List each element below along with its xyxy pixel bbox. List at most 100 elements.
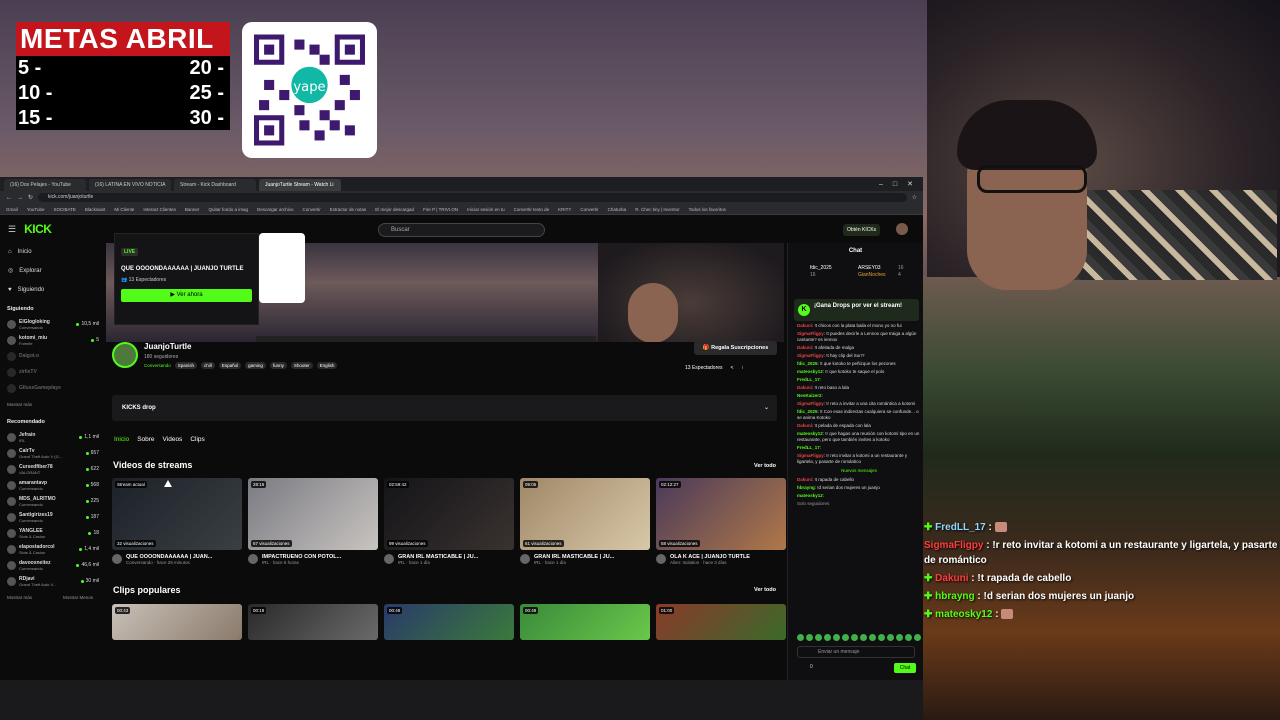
sidebar-item-siguiendo[interactable]: ♥ Siguiendo — [0, 281, 104, 300]
kick-logo[interactable]: KICK — [24, 222, 52, 236]
show-more-link[interactable]: Mostrar más — [0, 396, 104, 413]
emote-icon[interactable] — [806, 634, 813, 641]
share-icon[interactable]: < — [731, 365, 734, 371]
video-card[interactable]: 28:16 67 visualizaciones IMPACTRUENO CON… — [248, 478, 378, 565]
video-card[interactable]: 02:59:42 99 visualizaciones GRAN IRL MAS… — [384, 478, 514, 565]
bookmark[interactable]: Convertir — [580, 204, 598, 214]
bookmark[interactable]: Quitar fondo a imag — [208, 204, 248, 214]
bookmark[interactable]: Blacksaint — [85, 204, 106, 214]
bookmark[interactable]: Todos los favoritos — [689, 204, 726, 214]
tag[interactable]: Shooter — [290, 362, 313, 369]
emote-icon[interactable] — [905, 634, 912, 641]
bookmark[interactable]: Iniciar sesión en tu — [467, 204, 505, 214]
channel-avatar[interactable] — [112, 342, 138, 368]
emote-icon[interactable] — [860, 634, 867, 641]
browser-tab-active[interactable]: JuanjoTurtle Stream - Watch Li — [259, 179, 341, 191]
bookmark[interactable]: Descargar archivo — [257, 204, 294, 214]
chat-username[interactable]: mateosky12 — [797, 369, 823, 374]
forward-icon[interactable]: → — [17, 195, 23, 201]
drops-banner[interactable]: K ¡Gana Drops por ver el stream! — [794, 299, 919, 321]
emote-icon[interactable] — [833, 634, 840, 641]
category-link[interactable]: Conversando — [144, 363, 171, 368]
chat-username[interactable]: mateosky12 — [797, 493, 823, 498]
tag[interactable]: funny — [269, 362, 287, 369]
chat-username[interactable]: SigmaFligpy — [797, 401, 824, 406]
emote-icon[interactable] — [869, 634, 876, 641]
chat-username[interactable]: fdic_2025 — [797, 409, 818, 414]
see-all-clips-link[interactable]: Ver todo — [754, 587, 776, 593]
bookmark[interactable]: SOCIBATE — [53, 204, 75, 214]
chat-username[interactable]: Dakuni — [797, 345, 812, 350]
tag[interactable]: chill — [201, 362, 215, 369]
emote-icon[interactable] — [878, 634, 885, 641]
chat-username[interactable]: SigmaFligpy — [797, 353, 824, 358]
chat-username[interactable]: Dakuni — [797, 385, 812, 390]
chat-input[interactable]: Enviar un mensaje — [797, 646, 915, 658]
recommended-channel[interactable]: Jefrain IRL 1,1 mil — [0, 429, 104, 445]
emote-icon[interactable] — [824, 634, 831, 641]
tab-sobre[interactable]: Sobre — [137, 436, 154, 443]
user-avatar[interactable] — [896, 223, 908, 235]
tag[interactable]: Español — [218, 362, 242, 369]
clip-card[interactable]: 00:48 — [384, 604, 514, 640]
recommended-channel[interactable]: YANGLEE Slots & Casino 18 — [0, 525, 104, 541]
tab-clips[interactable]: Clips — [190, 436, 204, 443]
following-channel-offline[interactable]: GllussGameplays — [0, 380, 104, 396]
sidebar-item-inicio[interactable]: ⌂ Inicio — [0, 243, 104, 262]
emote-icon[interactable] — [851, 634, 858, 641]
recommended-channel[interactable]: MDS_ALRITMO Conversando 225 — [0, 493, 104, 509]
tag[interactable]: English — [316, 362, 338, 369]
video-card[interactable]: Stream actual 32 visualizaciones QUE OOO… — [112, 478, 242, 565]
maximize-button[interactable]: □ — [893, 179, 897, 191]
recommended-channel[interactable]: Cursedfiber78 VALORANT 622 — [0, 461, 104, 477]
clip-card[interactable]: 01:00 — [656, 604, 786, 640]
chat-username[interactable]: Dakuni — [797, 477, 812, 482]
emote-icon[interactable] — [896, 634, 903, 641]
following-channel[interactable]: ElGlogloking Conversando 10,5 mil — [0, 316, 104, 332]
chat-username[interactable]: SigmaFligpy — [797, 331, 824, 336]
video-card[interactable]: 02:12:27 58 visualizaciones OLA K ACE | … — [656, 478, 786, 565]
bookmark[interactable]: R. Chec tiny | Inventor — [635, 204, 679, 214]
emote-icon[interactable] — [797, 634, 804, 641]
bookmark[interactable]: Extractor de notas — [330, 204, 367, 214]
browser-tab[interactable]: (16) LATINA EN VIVO NOTICIA — [89, 179, 171, 191]
recommended-channel[interactable]: elapostadorcol Slots & Casino 1,4 mil — [0, 541, 104, 557]
chat-username[interactable]: fdic_2025 — [797, 361, 818, 366]
kicks-drop-panel[interactable]: KICKS drop ⌄ — [112, 395, 777, 421]
bookmark[interactable]: YouTube — [27, 204, 45, 214]
browser-tab[interactable]: (16) Dos Pelajes - YouTube — [4, 179, 86, 191]
sidebar-item-explorar[interactable]: ◎ Explorar — [0, 262, 104, 281]
emote-icon[interactable] — [842, 634, 849, 641]
following-channel-offline[interactable]: Daigot.o — [0, 348, 104, 364]
search-input[interactable]: Buscar — [378, 223, 545, 237]
bookmark[interactable]: Mi Cliente — [114, 204, 134, 214]
bookmark[interactable]: Fire P | TRIVI.ON — [423, 204, 458, 214]
chat-username[interactable]: FredLL_17 — [797, 445, 820, 450]
see-all-videos-link[interactable]: Ver todo — [754, 463, 776, 469]
chat-username[interactable]: Dakuni — [797, 323, 812, 328]
new-messages-divider[interactable]: Nuevos mensajes — [797, 468, 921, 474]
browser-tab[interactable]: Stream - Kick Dashboard — [174, 179, 256, 191]
show-less-link[interactable]: Mostrar Menos — [56, 589, 100, 606]
following-channel[interactable]: kotomi_miu Fortnite 5 — [0, 332, 104, 348]
back-icon[interactable]: ← — [6, 195, 12, 201]
recommended-channel[interactable]: Santigirizes19 Conversando 187 — [0, 509, 104, 525]
chat-username[interactable]: SigmaFligpy — [797, 453, 824, 458]
emote-icon[interactable] — [815, 634, 822, 641]
video-card[interactable]: 09:05 61 visualizaciones GRAN IRL MASTIC… — [520, 478, 650, 565]
show-more-link[interactable]: Mostrar más — [0, 589, 39, 606]
chevron-down-icon[interactable]: ⌄ — [764, 395, 769, 421]
bookmark[interactable]: Convertir texto de — [514, 204, 550, 214]
clip-card[interactable]: 00:19 — [248, 604, 378, 640]
tag[interactable]: Spanish — [174, 362, 198, 369]
reload-icon[interactable]: ↻ — [28, 194, 33, 201]
chat-send-button[interactable]: Chat — [894, 663, 916, 673]
url-field[interactable]: kick.com/juanjoturtle — [38, 193, 907, 202]
bookmark[interactable]: Banner — [185, 204, 200, 214]
tag[interactable]: gaming — [245, 362, 266, 369]
channel-name[interactable]: JuanjoTurtle — [144, 342, 191, 351]
chat-username[interactable]: FredLL_17 — [797, 377, 820, 382]
bookmark[interactable]: Convertir — [302, 204, 320, 214]
tab-inicio[interactable]: Inicio — [114, 436, 129, 443]
hamburger-menu-icon[interactable]: ☰ — [8, 224, 16, 235]
